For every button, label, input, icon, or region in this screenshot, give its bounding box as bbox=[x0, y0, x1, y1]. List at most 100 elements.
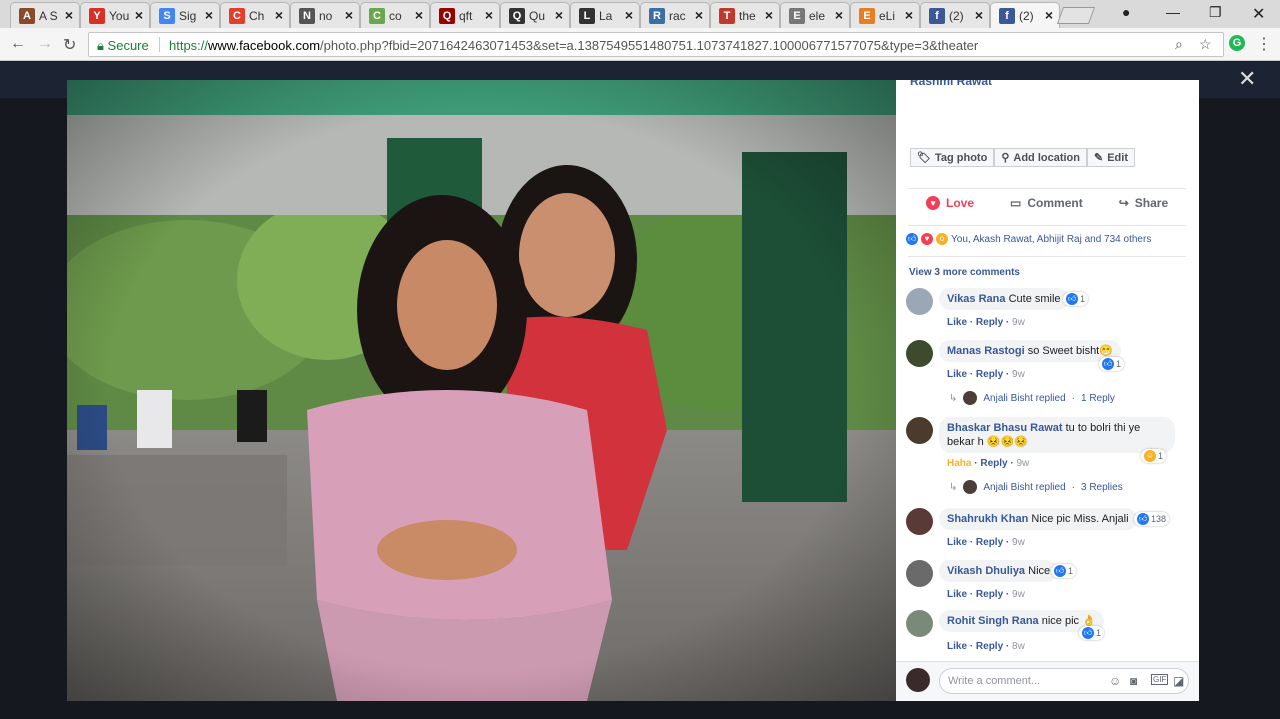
comment-reaction-count[interactable]: 👍︎ 1 bbox=[1051, 564, 1077, 578]
commenter-name[interactable]: Vikas Rana bbox=[947, 293, 1006, 305]
zoom-icon[interactable]: ⌕ bbox=[1175, 36, 1183, 53]
view-more-comments-link[interactable]: View 3 more comments bbox=[909, 267, 1020, 278]
commenter-avatar[interactable] bbox=[906, 610, 933, 637]
comment-button[interactable]: ▭ Comment bbox=[992, 196, 1101, 210]
maximize-icon[interactable]: ❐ bbox=[1209, 4, 1222, 21]
new-tab-button[interactable] bbox=[1056, 7, 1096, 24]
photo-viewer[interactable] bbox=[67, 80, 896, 701]
close-tab-icon[interactable]: × bbox=[835, 7, 843, 23]
browser-tab[interactable]: Q Qu × bbox=[500, 2, 570, 28]
close-window-icon[interactable]: ✕ bbox=[1252, 4, 1265, 24]
commenter-avatar[interactable] bbox=[906, 417, 933, 444]
comment-timestamp[interactable]: 9w bbox=[1012, 317, 1025, 328]
comment-timestamp[interactable]: 9w bbox=[1012, 537, 1025, 548]
comment-timestamp[interactable]: 8w bbox=[1012, 641, 1025, 652]
comment-reaction-count[interactable]: ☺ 1 bbox=[1141, 449, 1167, 463]
commenter-avatar[interactable] bbox=[906, 288, 933, 315]
comment-timestamp[interactable]: 9w bbox=[1012, 589, 1025, 600]
secure-indicator[interactable]: 🔒︎ Secure bbox=[97, 38, 149, 54]
love-button[interactable]: ♥ Love bbox=[908, 196, 992, 210]
browser-tab[interactable]: Nno × bbox=[290, 2, 360, 28]
comment-reaction-count[interactable]: 👍︎ 138 bbox=[1134, 512, 1170, 526]
comment-timestamp[interactable]: 9w bbox=[1012, 369, 1025, 380]
comment-like-link[interactable]: Like bbox=[947, 317, 967, 328]
tab-title: ele bbox=[809, 9, 826, 23]
bookmark-star-icon[interactable]: ☆ bbox=[1199, 36, 1212, 53]
close-tab-icon[interactable]: × bbox=[205, 7, 213, 23]
post-author[interactable]: Rashmi Rawat bbox=[910, 80, 992, 88]
tag-photo-button[interactable]: 🏷︎ Tag photo bbox=[910, 148, 995, 167]
close-theater-icon[interactable]: ✕ bbox=[1238, 66, 1256, 92]
minimize-icon[interactable]: — bbox=[1166, 4, 1180, 20]
browser-tab[interactable]: S Sig × bbox=[150, 2, 220, 28]
sticker-icon[interactable]: ◪ bbox=[1173, 674, 1184, 688]
comment-reply-link[interactable]: Reply bbox=[976, 589, 1003, 600]
comment-reaction-count[interactable]: 👍︎ 1 bbox=[1063, 292, 1089, 306]
add-location-button[interactable]: ⚲ Add location bbox=[994, 148, 1087, 167]
close-tab-icon[interactable]: × bbox=[415, 7, 423, 23]
reload-icon[interactable]: ↻ bbox=[63, 35, 76, 55]
browser-tab[interactable]: f (2) × bbox=[920, 2, 990, 28]
replies-link[interactable]: ↳ Anjali Bisht replied · 1 Reply bbox=[949, 391, 1115, 405]
close-tab-icon[interactable]: × bbox=[975, 7, 983, 23]
close-tab-icon[interactable]: × bbox=[485, 7, 493, 23]
browser-tab[interactable]: Y You × bbox=[80, 2, 150, 28]
comment-like-link[interactable]: Haha bbox=[947, 458, 971, 469]
share-button[interactable]: ↪ Share bbox=[1101, 196, 1186, 210]
commenter-name[interactable]: Vikash Dhuliya bbox=[947, 565, 1025, 577]
close-tab-icon[interactable]: × bbox=[65, 7, 73, 23]
browser-tab[interactable]: Cco × bbox=[360, 2, 430, 28]
commenter-avatar[interactable] bbox=[906, 508, 933, 535]
close-tab-icon[interactable]: × bbox=[905, 7, 913, 23]
comment-reply-link[interactable]: Reply bbox=[976, 369, 1003, 380]
browser-tab[interactable]: EeLi × bbox=[850, 2, 920, 28]
close-tab-icon[interactable]: × bbox=[275, 7, 283, 23]
commenter-name[interactable]: Shahrukh Khan bbox=[947, 513, 1028, 525]
comment-reply-link[interactable]: Reply bbox=[976, 537, 1003, 548]
omnibox[interactable]: 🔒︎ Secure https://www.facebook.com/photo… bbox=[88, 32, 1224, 57]
close-tab-icon[interactable]: × bbox=[695, 7, 703, 23]
browser-tab[interactable]: C Ch × bbox=[220, 2, 290, 28]
comment-like-link[interactable]: Like bbox=[947, 589, 967, 600]
reactions-summary[interactable]: 👍︎ ♥ o You, Akash Rawat, Abhijit Raj and… bbox=[906, 233, 1151, 245]
profile-icon[interactable]: ● bbox=[1122, 4, 1130, 20]
forward-icon[interactable]: → bbox=[37, 35, 53, 53]
browser-tab[interactable]: A A S × bbox=[10, 2, 80, 28]
comment-like-link[interactable]: Like bbox=[947, 369, 967, 380]
commenter-avatar[interactable] bbox=[906, 340, 933, 367]
close-tab-icon[interactable]: × bbox=[765, 7, 773, 23]
comment-reaction-count[interactable]: 👍︎ 1 bbox=[1079, 626, 1105, 640]
edit-button[interactable]: ✎ Edit bbox=[1086, 148, 1135, 167]
browser-tab[interactable]: f (2) × bbox=[990, 2, 1060, 28]
comment-reply-link[interactable]: Reply bbox=[976, 641, 1003, 652]
commenter-avatar[interactable] bbox=[906, 560, 933, 587]
comment-reaction-count[interactable]: 👍︎ 1 bbox=[1099, 357, 1125, 371]
commenter-name[interactable]: Rohit Singh Rana bbox=[947, 615, 1039, 627]
emoji-icon[interactable]: ☺ bbox=[1109, 674, 1121, 688]
comment-reply-link[interactable]: Reply bbox=[976, 317, 1003, 328]
comment-reply-link[interactable]: Reply bbox=[980, 458, 1007, 469]
browser-tab[interactable]: Tthe × bbox=[710, 2, 780, 28]
comment-like-link[interactable]: Like bbox=[947, 641, 967, 652]
comment-timestamp[interactable]: 9w bbox=[1016, 458, 1029, 469]
grammarly-extension-icon[interactable]: G bbox=[1229, 35, 1245, 51]
commenter-name[interactable]: Bhaskar Bhasu Rawat bbox=[947, 422, 1063, 434]
comment-like-link[interactable]: Like bbox=[947, 537, 967, 548]
browser-tab[interactable]: Eele × bbox=[780, 2, 850, 28]
commenter-name[interactable]: Manas Rastogi bbox=[947, 345, 1025, 357]
close-tab-icon[interactable]: × bbox=[1045, 7, 1053, 23]
url-text[interactable]: https://www.facebook.com/photo.php?fbid=… bbox=[169, 38, 978, 53]
chrome-menu-icon[interactable]: ⋮ bbox=[1256, 34, 1272, 54]
browser-tab[interactable]: L La × bbox=[570, 2, 640, 28]
close-tab-icon[interactable]: × bbox=[345, 7, 353, 23]
tab-title: no bbox=[319, 9, 333, 23]
replies-link[interactable]: ↳ Anjali Bisht replied · 3 Replies bbox=[949, 480, 1123, 494]
browser-tab[interactable]: Rrac × bbox=[640, 2, 710, 28]
camera-icon[interactable]: ◙ bbox=[1130, 674, 1137, 688]
close-tab-icon[interactable]: × bbox=[555, 7, 563, 23]
close-tab-icon[interactable]: × bbox=[135, 7, 143, 23]
gif-icon[interactable]: GIF bbox=[1151, 674, 1169, 685]
close-tab-icon[interactable]: × bbox=[625, 7, 633, 23]
browser-tab[interactable]: Qqft × bbox=[430, 2, 500, 28]
back-icon[interactable]: ← bbox=[10, 35, 26, 53]
